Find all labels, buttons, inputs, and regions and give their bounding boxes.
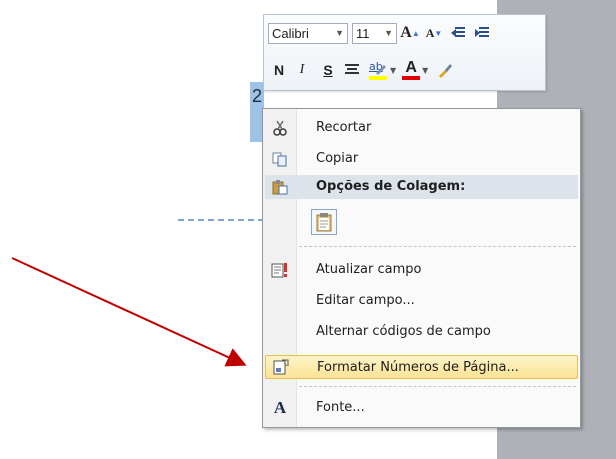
font-color-button[interactable]: A: [402, 60, 421, 80]
menu-item-label: Formatar Números de Página...: [317, 360, 519, 375]
menu-item-edit-field[interactable]: Editar campo...: [265, 289, 578, 313]
font-color-bar: [402, 76, 421, 80]
copy-icon: [265, 147, 295, 171]
mini-toolbar: Calibri ▼ 11 ▼ A ▲ A ▼ N I S ab ▼ A ▼: [263, 14, 546, 91]
center-align-button[interactable]: [345, 64, 359, 76]
menu-item-label: Fonte...: [316, 400, 365, 415]
shrink-font-button[interactable]: A ▼: [423, 22, 445, 44]
bold-button[interactable]: N: [270, 59, 288, 81]
chevron-down-icon[interactable]: ▼: [384, 28, 393, 38]
shadow-button[interactable]: S: [316, 59, 340, 81]
chevron-down-icon[interactable]: ▼: [422, 66, 428, 75]
menu-item-font[interactable]: A Fonte...: [265, 396, 578, 420]
menu-item-label: Editar campo...: [316, 293, 415, 308]
menu-item-label: Copiar: [316, 151, 359, 166]
grow-font-button[interactable]: A ▲: [399, 22, 421, 44]
chevron-down-icon[interactable]: ▼: [335, 28, 344, 38]
menu-separator: [299, 386, 576, 387]
menu-header-paste-options: Opções de Colagem:: [265, 175, 578, 199]
italic-button[interactable]: I: [290, 59, 314, 81]
paste-keep-formatting-button[interactable]: [311, 209, 337, 235]
scissors-icon: [265, 116, 295, 140]
decrease-indent-icon: [451, 27, 465, 39]
caret-down-icon: ▼: [434, 28, 443, 38]
menu-item-label: Recortar: [316, 120, 372, 135]
menu-item-copy[interactable]: Copiar: [265, 147, 578, 171]
page-number-format-icon: [266, 355, 296, 379]
highlighter-icon: ab: [368, 60, 388, 80]
format-painter-icon[interactable]: [436, 61, 454, 79]
caret-up-icon: ▲: [411, 28, 420, 38]
menu-item-label: Opções de Colagem:: [316, 179, 466, 194]
increase-indent-icon: [475, 27, 489, 39]
highlight-button[interactable]: ab ▼: [368, 60, 396, 80]
menu-item-update-field[interactable]: Atualizar campo: [265, 258, 578, 282]
menu-item-label: Atualizar campo: [316, 262, 422, 277]
font-name-value: Calibri: [272, 25, 309, 41]
menu-item-format-page-numbers[interactable]: Formatar Números de Página...: [265, 355, 578, 379]
clipboard-icon: [316, 213, 332, 232]
update-field-icon: [265, 258, 295, 282]
font-name-box[interactable]: Calibri ▼: [268, 22, 348, 44]
context-menu: Recortar Copiar Opções de Colagem: Atual…: [262, 108, 581, 428]
highlight-color-bar: [369, 76, 387, 80]
menu-item-toggle-field-codes[interactable]: Alternar códigos de campo: [265, 320, 578, 344]
font-icon: A: [273, 398, 287, 417]
increase-indent-button[interactable]: [471, 22, 493, 44]
menu-item-label: Alternar códigos de campo: [316, 324, 491, 339]
menu-separator: [299, 246, 576, 247]
font-size-value: 11: [356, 25, 370, 41]
chevron-down-icon[interactable]: ▼: [390, 66, 396, 75]
font-size-box[interactable]: 11 ▼: [352, 22, 397, 44]
menu-item-cut[interactable]: Recortar: [265, 116, 578, 140]
paste-options-icon: [265, 175, 295, 199]
decrease-indent-button[interactable]: [447, 22, 469, 44]
